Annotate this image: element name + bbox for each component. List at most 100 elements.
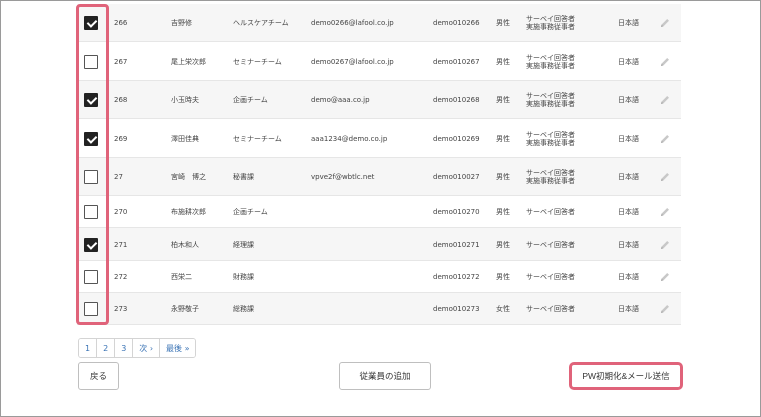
row-checkbox[interactable] <box>84 302 98 316</box>
row-checkbox[interactable] <box>84 55 98 69</box>
employee-roles: サーベイ回答者 実施事務従事者 <box>526 158 575 196</box>
page-link[interactable]: 2 <box>97 339 116 357</box>
employee-team: 財務課 <box>233 273 254 281</box>
row-checkbox[interactable] <box>84 170 98 184</box>
employee-login-id: demo010271 <box>433 240 480 249</box>
employee-gender: 女性 <box>496 305 510 313</box>
employee-login-id: demo010027 <box>433 173 480 181</box>
page-link[interactable]: 3 <box>115 339 134 357</box>
role-secondary: 実施事務従事者 <box>526 23 575 31</box>
employee-team: 経理課 <box>233 240 254 249</box>
employee-name: 尾上栄次郎 <box>171 57 206 66</box>
employee-name: 布施耕次郎 <box>171 208 206 216</box>
employee-login-id: demo010266 <box>433 19 480 27</box>
pagination: 123次 › 最後 » <box>78 338 197 358</box>
employee-login-id: demo010273 <box>433 305 480 313</box>
employee-team: ヘルスケアチーム <box>233 19 289 27</box>
employee-gender: 男性 <box>496 96 510 104</box>
employee-id: 266 <box>114 19 128 27</box>
employee-id: 268 <box>114 96 128 104</box>
table-row: 266 吉野修 ヘルスケアチーム demo0266@lafool.co.jp demo0… <box>77 4 681 42</box>
table-row: 269 澤田佳典 セミナーチーム aaa1234@demo.co.jp demo0102… <box>77 119 681 158</box>
employee-email: demo0267@lafool.co.jp <box>311 57 394 66</box>
employee-name: 柏木和人 <box>171 240 199 249</box>
row-checkbox[interactable] <box>84 238 98 252</box>
employee-gender: 男性 <box>496 19 510 27</box>
row-checkbox[interactable] <box>84 16 98 30</box>
role-primary: サーベイ回答者 <box>526 169 575 177</box>
employee-team: セミナーチーム <box>233 57 282 66</box>
table-row: 270 布施耕次郎 企画チーム demo010270 男性 サーベイ回答者 日本語 <box>77 196 681 228</box>
employee-login-id: demo010268 <box>433 96 480 104</box>
employee-login-id: demo010270 <box>433 208 480 216</box>
employee-gender: 男性 <box>496 240 510 249</box>
employee-email: demo0266@lafool.co.jp <box>311 19 394 27</box>
pencil-icon[interactable] <box>658 196 672 228</box>
employee-login-id: demo010267 <box>433 57 480 66</box>
pencil-icon[interactable] <box>658 42 672 81</box>
employee-team: 企画チーム <box>233 96 268 104</box>
back-button[interactable]: 戻る <box>78 362 119 390</box>
employee-roles: サーベイ回答者 実施事務従事者 <box>526 119 575 158</box>
employee-roles: サーベイ回答者 <box>526 293 575 325</box>
role-primary: サーベイ回答者 <box>526 273 575 281</box>
page-link[interactable]: 次 › <box>133 339 161 357</box>
employee-language: 日本語 <box>618 173 639 181</box>
role-primary: サーベイ回答者 <box>526 15 575 23</box>
pencil-icon[interactable] <box>658 4 672 42</box>
pencil-icon[interactable] <box>658 158 672 196</box>
table-row: 267 尾上栄次郎 セミナーチーム demo0267@lafool.co.jp demo… <box>77 42 681 81</box>
row-checkbox[interactable] <box>84 93 98 107</box>
role-primary: サーベイ回答者 <box>526 130 575 139</box>
pencil-icon[interactable] <box>658 119 672 158</box>
employee-email: aaa1234@demo.co.jp <box>311 134 388 143</box>
employee-language: 日本語 <box>618 208 639 216</box>
employee-gender: 男性 <box>496 273 510 281</box>
pencil-icon[interactable] <box>658 81 672 119</box>
employee-gender: 男性 <box>496 57 510 66</box>
employee-roles: サーベイ回答者 実施事務従事者 <box>526 4 575 42</box>
employee-language: 日本語 <box>618 305 639 313</box>
page-link[interactable]: 最後 » <box>160 339 196 357</box>
employee-language: 日本語 <box>618 57 639 66</box>
employee-team: 総務課 <box>233 305 254 313</box>
employee-name: 西栄二 <box>171 273 192 281</box>
employee-login-id: demo010272 <box>433 273 480 281</box>
employee-id: 273 <box>114 305 128 313</box>
role-primary: サーベイ回答者 <box>526 208 575 216</box>
employee-name: 宮崎 博之 <box>171 173 206 181</box>
table-row: 27 宮崎 博之 秘書課 vpve2f@wbtlc.net demo010027 男性 サー… <box>77 158 681 196</box>
employee-gender: 男性 <box>496 208 510 216</box>
add-employee-button[interactable]: 従業員の追加 <box>339 362 431 390</box>
table-row: 268 小玉時夫 企画チーム demo@aaa.co.jp demo010268 男性 サー… <box>77 81 681 119</box>
employee-language: 日本語 <box>618 273 639 281</box>
employee-name: 小玉時夫 <box>171 96 199 104</box>
pencil-icon[interactable] <box>658 228 672 261</box>
employee-language: 日本語 <box>618 19 639 27</box>
pencil-icon[interactable] <box>658 293 672 325</box>
role-secondary: 実施事務従事者 <box>526 138 575 147</box>
employee-language: 日本語 <box>618 134 639 143</box>
row-checkbox[interactable] <box>84 270 98 284</box>
role-primary: サーベイ回答者 <box>526 240 575 249</box>
role-primary: サーベイ回答者 <box>526 92 575 100</box>
employee-roles: サーベイ回答者 実施事務従事者 <box>526 81 575 119</box>
table-row: 272 西栄二 財務課 demo010272 男性 サーベイ回答者 日本語 <box>77 261 681 293</box>
employee-id: 267 <box>114 57 128 66</box>
employee-id: 271 <box>114 240 128 249</box>
page-link[interactable]: 1 <box>79 339 98 357</box>
role-primary: サーベイ回答者 <box>526 53 575 62</box>
table-row: 273 永野敬子 総務課 demo010273 女性 サーベイ回答者 日本語 <box>77 293 681 325</box>
employee-team: セミナーチーム <box>233 134 282 143</box>
employee-gender: 男性 <box>496 134 510 143</box>
employee-name: 永野敬子 <box>171 305 199 313</box>
row-checkbox[interactable] <box>84 132 98 146</box>
row-divider <box>77 324 681 325</box>
row-checkbox[interactable] <box>84 205 98 219</box>
pw-reset-send-mail-button[interactable]: PW初期化&メール送信 <box>569 362 683 390</box>
employee-language: 日本語 <box>618 240 639 249</box>
role-secondary: 実施事務従事者 <box>526 100 575 108</box>
table-row: 271 柏木和人 経理課 demo010271 男性 サーベイ回答者 日本語 <box>77 228 681 261</box>
pencil-icon[interactable] <box>658 261 672 293</box>
employee-roles: サーベイ回答者 <box>526 228 575 261</box>
